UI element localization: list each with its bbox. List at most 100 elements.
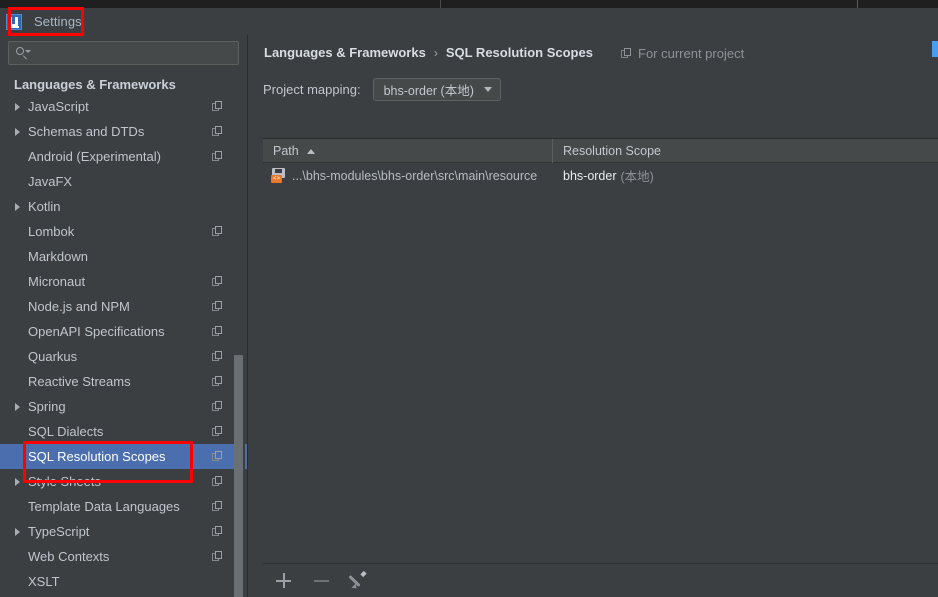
sidebar-group-title: Languages & Frameworks — [14, 77, 176, 92]
sidebar-item-sql-dialects[interactable]: SQL Dialects — [0, 419, 247, 444]
copy-icon[interactable] — [212, 401, 223, 412]
column-header-path[interactable]: Path — [263, 139, 553, 163]
cell-path-text: ...\bhs-modules\bhs-order\src\main\resou… — [292, 168, 538, 183]
intellij-idea-icon — [6, 13, 22, 30]
sidebar-item-label: SQL Dialects — [28, 424, 104, 439]
sidebar-item-javafx[interactable]: JavaFX — [0, 169, 247, 194]
remove-button[interactable] — [311, 570, 333, 592]
cell-path: <> ...\bhs-modules\bhs-order\src\main\res… — [263, 163, 553, 188]
sidebar-item-reactive-streams[interactable]: Reactive Streams — [0, 369, 247, 394]
copy-icon[interactable] — [212, 226, 223, 237]
for-current-project-label: For current project — [621, 46, 744, 61]
table-toolbar — [263, 563, 938, 597]
search-icon — [15, 46, 31, 60]
sidebar-item-label: XSLT — [28, 574, 60, 589]
sidebar-item-kotlin[interactable]: Kotlin — [0, 194, 247, 219]
sidebar-item-lombok[interactable]: Lombok — [0, 219, 247, 244]
copy-icon[interactable] — [212, 376, 223, 387]
chevron-right-icon[interactable] — [14, 528, 28, 536]
copy-icon — [621, 48, 632, 59]
sidebar-item-style-sheets[interactable]: Style Sheets — [0, 469, 247, 494]
sidebar-item-label: TypeScript — [28, 524, 90, 539]
settings-dialog: Settings Languages & Frameworks JavaScri… — [0, 0, 938, 597]
copy-icon[interactable] — [212, 326, 223, 337]
sidebar-item-label: OpenAPI Specifications — [28, 324, 165, 339]
table-row[interactable]: <> ...\bhs-modules\bhs-order\src\main\res… — [263, 163, 938, 188]
strip-seam-left — [440, 0, 441, 8]
datasource-icon: <> — [271, 168, 286, 183]
breadcrumb-current: SQL Resolution Scopes — [445, 45, 593, 60]
copy-icon[interactable] — [212, 551, 223, 562]
sidebar-item-label: Spring — [28, 399, 66, 414]
right-edge-indicator — [932, 41, 938, 57]
sidebar-item-spring[interactable]: Spring — [0, 394, 247, 419]
copy-icon[interactable] — [212, 351, 223, 362]
sidebar-item-openapi-specifications[interactable]: OpenAPI Specifications — [0, 319, 247, 344]
settings-main-panel: Languages & Frameworks › SQL Resolution … — [249, 35, 938, 597]
cell-scope-suffix: (本地) — [620, 170, 654, 184]
copy-icon[interactable] — [212, 451, 223, 462]
chevron-down-icon — [483, 87, 492, 92]
sidebar-item-label: Lombok — [28, 224, 75, 239]
sidebar-item-label: JavaFX — [28, 174, 73, 189]
sidebar-scrollbar-track[interactable] — [234, 195, 245, 597]
resolution-scopes-table: Path Resolution Scope <> ...\bhs-modules\… — [263, 138, 938, 597]
sidebar-item-sql-resolution-scopes[interactable]: SQL Resolution Scopes — [0, 444, 247, 469]
chevron-right-icon[interactable] — [14, 403, 28, 411]
copy-icon[interactable] — [212, 126, 223, 137]
chevron-right-icon[interactable] — [14, 478, 28, 486]
chevron-right-icon[interactable] — [14, 203, 28, 211]
chevron-right-icon[interactable] — [14, 103, 28, 111]
sidebar-item-micronaut[interactable]: Micronaut — [0, 269, 247, 294]
project-mapping-row: Project mapping: bhs-order (本地) — [263, 78, 501, 101]
sidebar-item-label: Style Sheets — [28, 474, 101, 489]
table-header: Path Resolution Scope — [263, 139, 938, 163]
copy-icon[interactable] — [212, 476, 223, 487]
project-mapping-dropdown[interactable]: bhs-order (本地) — [372, 78, 501, 101]
copy-icon[interactable] — [212, 526, 223, 537]
copy-icon[interactable] — [212, 276, 223, 287]
sidebar-item-quarkus[interactable]: Quarkus — [0, 344, 247, 369]
window-title: Settings — [34, 14, 82, 29]
breadcrumb-separator: › — [433, 45, 438, 60]
column-header-resolution-scope[interactable]: Resolution Scope — [553, 139, 938, 163]
sidebar-item-markdown[interactable]: Markdown — [0, 244, 247, 269]
copy-icon[interactable] — [212, 301, 223, 312]
window-titlebar: Settings — [0, 8, 938, 35]
sidebar-item-label: Micronaut — [28, 274, 86, 289]
sort-ascending-icon — [306, 148, 315, 154]
sidebar-item-label: Android (Experimental) — [28, 149, 161, 164]
breadcrumb-parent[interactable]: Languages & Frameworks — [264, 45, 426, 60]
sidebar-item-label: Schemas and DTDs — [28, 124, 145, 139]
edit-button[interactable] — [348, 570, 371, 592]
add-button[interactable] — [273, 570, 295, 592]
search-input[interactable] — [29, 45, 232, 61]
table-body: <> ...\bhs-modules\bhs-order\src\main\res… — [263, 163, 938, 573]
sidebar-item-xslt[interactable]: XSLT — [0, 569, 247, 594]
sidebar-item-label: Reactive Streams — [28, 374, 131, 389]
for-current-project-text: For current project — [638, 46, 745, 61]
sidebar-item-javascript[interactable]: JavaScript — [0, 94, 247, 119]
copy-icon[interactable] — [212, 151, 223, 162]
sidebar-item-typescript[interactable]: TypeScript — [0, 519, 247, 544]
sidebar-item-schemas-and-dtds[interactable]: Schemas and DTDs — [0, 119, 247, 144]
sidebar-item-node-js-and-npm[interactable]: Node.js and NPM — [0, 294, 247, 319]
os-top-strip — [0, 0, 938, 8]
copy-icon[interactable] — [212, 426, 223, 437]
sidebar-item-label: Markdown — [28, 249, 88, 264]
sidebar-item-android-experimental[interactable]: Android (Experimental) — [0, 144, 247, 169]
column-header-scope-label: Resolution Scope — [563, 144, 661, 158]
copy-icon[interactable] — [212, 101, 223, 112]
chevron-right-icon[interactable] — [14, 128, 28, 136]
sidebar-item-template-data-languages[interactable]: Template Data Languages — [0, 494, 247, 519]
settings-tree: JavaScript Schemas and DTDs Android (Exper… — [0, 94, 247, 594]
sidebar-item-label: Web Contexts — [28, 549, 110, 564]
project-mapping-label: Project mapping: — [263, 82, 361, 97]
project-mapping-value: bhs-order (本地) — [383, 84, 474, 98]
copy-icon[interactable] — [212, 501, 223, 512]
sidebar-item-label: SQL Resolution Scopes — [28, 449, 166, 464]
cell-resolution-scope: bhs-order (本地) — [553, 163, 938, 188]
settings-search[interactable] — [8, 41, 239, 65]
sidebar-scrollbar-thumb[interactable] — [234, 355, 243, 597]
sidebar-item-web-contexts[interactable]: Web Contexts — [0, 544, 247, 569]
